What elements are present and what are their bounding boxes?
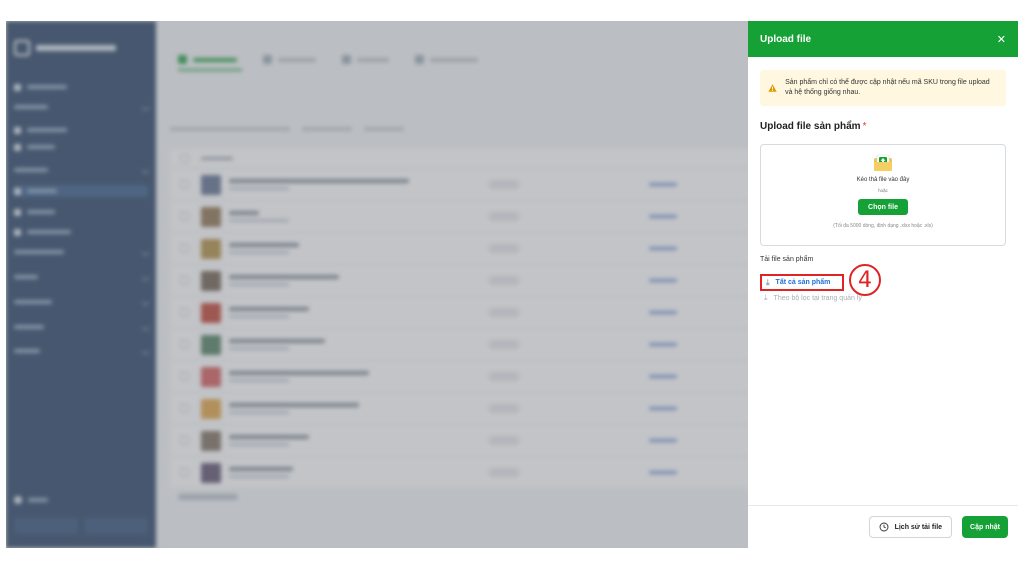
update-button[interactable]: Cập nhật: [962, 516, 1008, 538]
choose-file-button[interactable]: Chọn file: [858, 199, 908, 215]
close-icon[interactable]: ✕: [997, 33, 1006, 46]
download-all-label: Tất cả sản phẩm: [775, 279, 831, 286]
upload-section-title: Upload file sản phẩm *: [760, 121, 1006, 132]
upload-file-drawer: Upload file ✕ Sản phẩm chỉ có thể được c…: [748, 21, 1018, 548]
dropzone-limit-note: (Tối đa 5000 dòng, định dạng .xlsx hoặc …: [833, 223, 933, 229]
warning-icon: [768, 84, 777, 92]
step-number-badge: 4: [849, 264, 881, 296]
history-icon: [879, 522, 889, 532]
upload-folder-icon: [874, 154, 892, 171]
download-filtered-link[interactable]: ⤓ Theo bộ lọc tại trang quản lý: [760, 293, 862, 303]
drawer-title: Upload file: [760, 33, 812, 45]
download-all-products-link[interactable]: ⤓ Tất cả sản phẩm: [760, 274, 844, 291]
drawer-header: Upload file ✕: [748, 21, 1018, 57]
dropzone-or-text: hoặc: [878, 188, 888, 193]
download-section-title: Tải file sản phẩm: [760, 256, 814, 263]
upload-section-label: Upload file sản phẩm: [760, 121, 861, 132]
download-options: ⤓ Tất cả sản phẩm ⤓ Theo bộ lọc tại tran…: [760, 269, 1018, 303]
history-button-label: Lịch sử tải file: [894, 523, 943, 531]
sku-warning-banner: Sản phẩm chỉ có thể được cập nhật nếu mã…: [760, 70, 1006, 106]
download-icon: ⤓: [766, 277, 770, 287]
file-dropzone[interactable]: Kéo thả file vào đây hoặc Chọn file (Tối…: [760, 144, 1006, 246]
drawer-footer: Lịch sử tải file Cập nhật: [748, 505, 1018, 548]
app-frame: Upload file ✕ Sản phẩm chỉ có thể được c…: [6, 21, 1018, 548]
required-mark: *: [862, 121, 867, 132]
warning-text: Sản phẩm chỉ có thể được cập nhật nếu mã…: [785, 79, 990, 96]
download-filtered-label: Theo bộ lọc tại trang quản lý: [773, 294, 862, 302]
dropzone-drag-text: Kéo thả file vào đây: [856, 177, 910, 183]
download-icon: ⤓: [764, 293, 768, 302]
upload-history-button[interactable]: Lịch sử tải file: [868, 516, 953, 538]
